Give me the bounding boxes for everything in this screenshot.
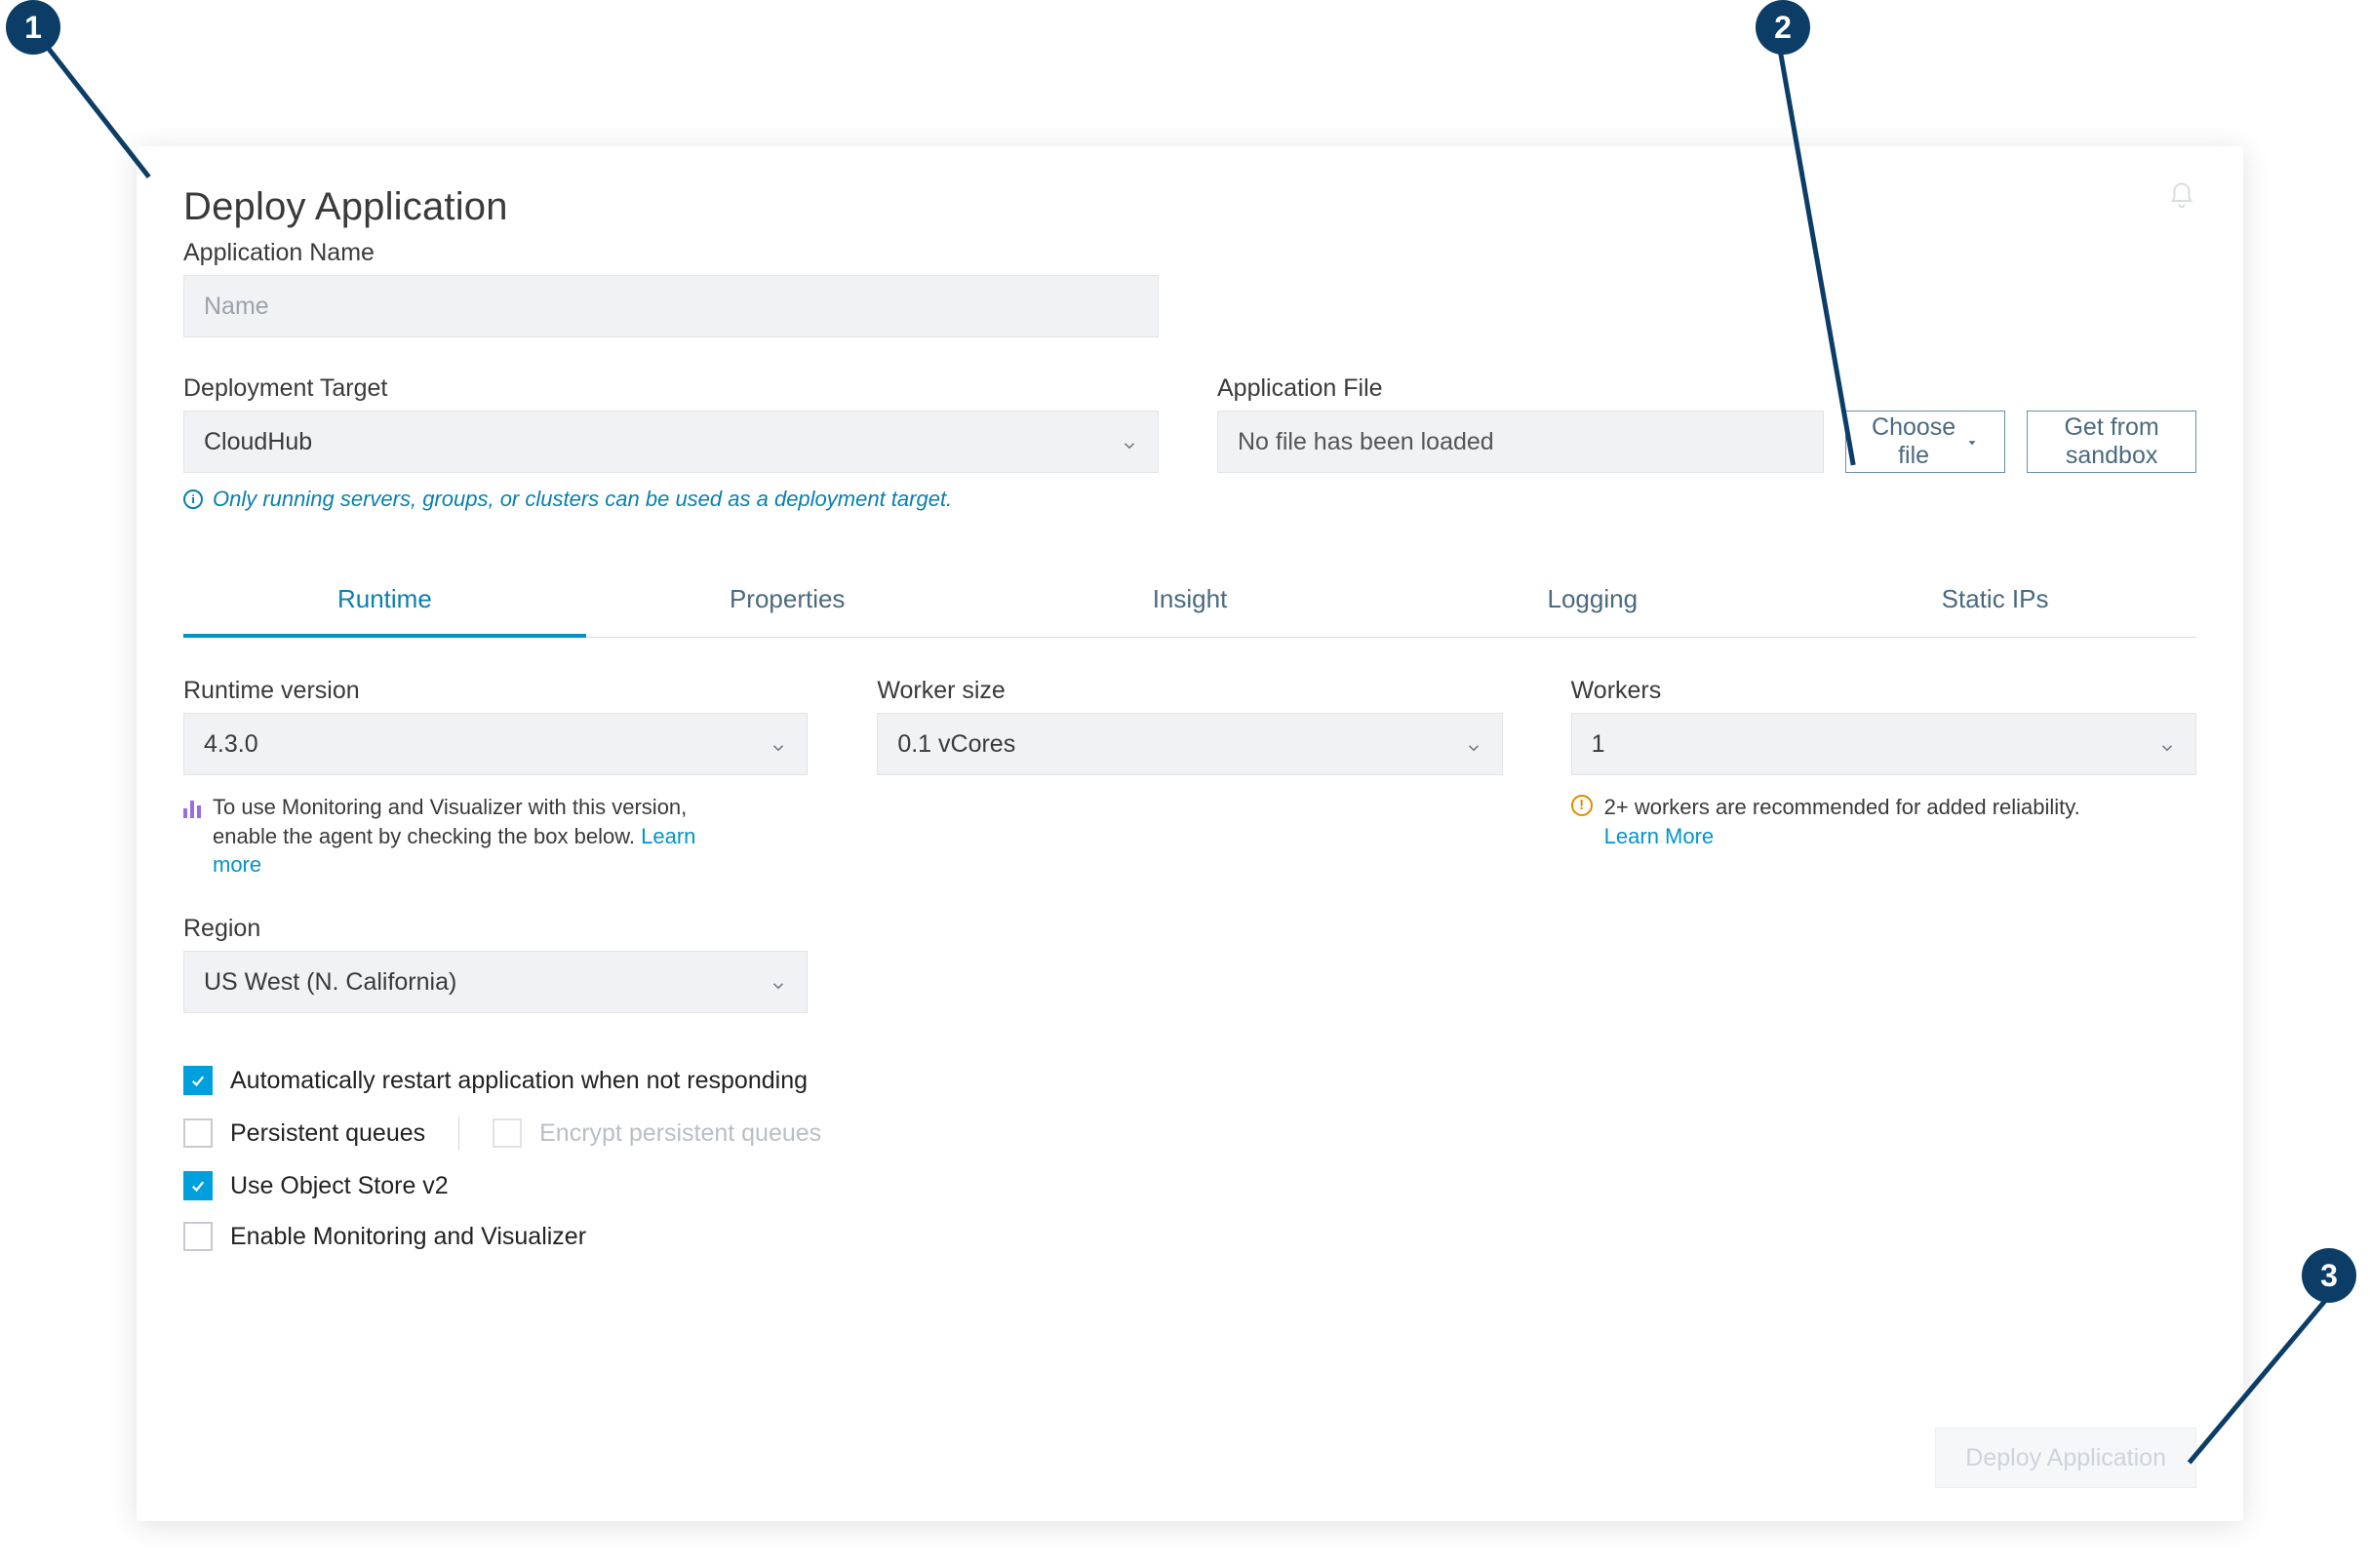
workers-select[interactable]: 1: [1571, 713, 2196, 775]
deploy-card: Deploy Application Application Name Depl…: [137, 146, 2243, 1521]
encrypt-queues-label: Encrypt persistent queues: [539, 1119, 821, 1148]
tabs: Runtime Properties Insight Logging Stati…: [183, 567, 2196, 638]
app-name-input[interactable]: [183, 275, 1159, 337]
region-select[interactable]: US West (N. California): [183, 951, 808, 1013]
region-value: US West (N. California): [204, 968, 456, 997]
deploy-application-button[interactable]: Deploy Application: [1935, 1428, 2196, 1488]
persistent-queues-label: Persistent queues: [230, 1119, 425, 1148]
get-from-sandbox-label: Get from sandbox: [2053, 413, 2170, 470]
enable-monitoring-checkbox[interactable]: [183, 1222, 213, 1251]
application-file-label: Application File: [1217, 374, 2196, 403]
tab-runtime[interactable]: Runtime: [183, 567, 586, 638]
info-icon: i: [183, 490, 203, 509]
region-label: Region: [183, 915, 808, 943]
tab-logging[interactable]: Logging: [1391, 567, 1794, 637]
chevron-down-icon: [770, 735, 787, 753]
annotation-1: 1: [6, 0, 60, 55]
deployment-target-value: CloudHub: [204, 428, 312, 456]
runtime-version-select[interactable]: 4.3.0: [183, 713, 808, 775]
auto-restart-label: Automatically restart application when n…: [230, 1067, 808, 1095]
choose-file-button[interactable]: Choose file: [1845, 411, 2005, 473]
runtime-version-note: To use Monitoring and Visualizer with th…: [183, 793, 730, 880]
worker-size-label: Worker size: [877, 677, 1502, 705]
runtime-version-note-text: To use Monitoring and Visualizer with th…: [213, 795, 687, 848]
tab-static-ips[interactable]: Static IPs: [1794, 567, 2196, 637]
workers-learn-more-link[interactable]: Learn More: [1604, 824, 1715, 848]
object-store-checkbox[interactable]: [183, 1171, 213, 1200]
workers-note: ! 2+ workers are recommended for added r…: [1571, 793, 2117, 850]
runtime-version-label: Runtime version: [183, 677, 809, 705]
deployment-target-select[interactable]: CloudHub: [183, 411, 1159, 473]
worker-size-select[interactable]: 0.1 vCores: [877, 713, 1502, 775]
encrypt-queues-checkbox: [493, 1118, 522, 1148]
deployment-target-helper: i Only running servers, groups, or clust…: [183, 487, 1159, 512]
deploy-application-label: Deploy Application: [1965, 1444, 2166, 1471]
worker-size-value: 0.1 vCores: [897, 730, 1015, 759]
chevron-down-icon: [1121, 433, 1138, 451]
deployment-target-label: Deployment Target: [183, 374, 1159, 403]
tab-insight[interactable]: Insight: [989, 567, 1392, 637]
object-store-label: Use Object Store v2: [230, 1172, 449, 1200]
workers-note-text: 2+ workers are recommended for added rel…: [1604, 795, 2080, 819]
application-file-status: No file has been loaded: [1217, 411, 1824, 473]
caret-down-icon: [1965, 428, 1979, 456]
workers-value: 1: [1592, 730, 1605, 759]
monitoring-bars-icon: [183, 797, 201, 818]
get-from-sandbox-button[interactable]: Get from sandbox: [2027, 411, 2196, 473]
separator: [458, 1117, 459, 1150]
chevron-down-icon: [770, 973, 787, 991]
options-checklist: Automatically restart application when n…: [183, 1066, 2196, 1251]
annotation-3: 3: [2302, 1248, 2356, 1303]
choose-file-label: Choose file: [1872, 413, 1955, 470]
warning-icon: !: [1571, 795, 1593, 816]
page-title: Deploy Application: [183, 185, 2196, 229]
annotation-2: 2: [1756, 0, 1810, 55]
bell-icon[interactable]: [2167, 181, 2196, 211]
app-name-label: Application Name: [183, 239, 2196, 267]
chevron-down-icon: [1465, 735, 1482, 753]
application-file-status-text: No file has been loaded: [1238, 428, 1494, 456]
chevron-down-icon: [2158, 735, 2176, 753]
runtime-version-value: 4.3.0: [204, 730, 258, 759]
workers-label: Workers: [1571, 677, 2196, 705]
annotation-1-line: [45, 45, 151, 178]
enable-monitoring-label: Enable Monitoring and Visualizer: [230, 1223, 586, 1251]
deployment-target-helper-text: Only running servers, groups, or cluster…: [213, 487, 952, 512]
auto-restart-checkbox[interactable]: [183, 1066, 213, 1095]
tab-properties[interactable]: Properties: [586, 567, 989, 637]
persistent-queues-checkbox[interactable]: [183, 1118, 213, 1148]
